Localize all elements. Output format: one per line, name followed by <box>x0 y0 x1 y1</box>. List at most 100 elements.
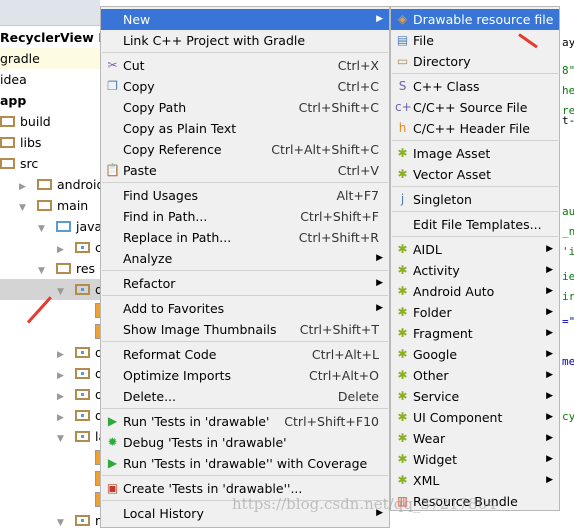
menu-item-vector-asset[interactable]: ✱ Vector Asset <box>391 164 559 185</box>
menu-item-drawable-resource-file[interactable]: ◈ Drawable resource file <box>391 9 559 30</box>
code-fragment: 8" <box>562 64 574 77</box>
android-icon: ✱ <box>397 305 408 319</box>
project-tree: RecyclerViewD:\ gradle idea app build libs src… <box>0 0 100 526</box>
menu-item-link-c-project-with-gradle[interactable]: Link C++ Project with Gradle <box>101 30 389 51</box>
android-icon: ✱ <box>397 410 408 424</box>
tree-item[interactable]: app <box>0 90 100 111</box>
coverage-icon: ▶ <box>107 456 118 470</box>
menu-item-optimize-imports[interactable]: Optimize Imports Ctrl+Alt+O <box>101 365 389 386</box>
tree-item[interactable]: ▼mip <box>0 510 100 526</box>
menu-item-activity[interactable]: ✱ Activity ▶ <box>391 260 559 281</box>
menu-item-image-asset[interactable]: ✱ Image Asset <box>391 143 559 164</box>
menu-item-android-auto[interactable]: ✱ Android Auto ▶ <box>391 281 559 302</box>
menu-item-show-image-thumbnails[interactable]: Show Image Thumbnails Ctrl+Shift+T <box>101 319 389 340</box>
tree-item[interactable]: gradle <box>0 48 100 69</box>
tree-item[interactable]: ▼layo <box>0 426 100 447</box>
tree-item[interactable]: RecyclerViewD:\ <box>0 27 100 48</box>
menu-item-folder[interactable]: ✱ Folder ▶ <box>391 302 559 323</box>
menu-item-wear[interactable]: ✱ Wear ▶ <box>391 428 559 449</box>
tree-item[interactable]: ▶drav <box>0 342 100 363</box>
tree-item[interactable] <box>0 468 100 489</box>
menu-item-find-in-path[interactable]: Find in Path... Ctrl+Shift+F <box>101 206 389 227</box>
menu-item-analyze[interactable]: Analyze ▶ <box>101 248 389 269</box>
tree-item[interactable] <box>0 321 100 342</box>
tree-item[interactable] <box>0 447 100 468</box>
submenu-arrow-icon: ▶ <box>546 433 553 443</box>
submenu-arrow-icon: ▶ <box>546 328 553 338</box>
menu-item-new[interactable]: New ▶ <box>101 9 389 30</box>
scissors-icon: ✂ <box>107 58 118 72</box>
tree-item[interactable]: ▼ java <box>0 216 100 237</box>
menu-item-service[interactable]: ✱ Service ▶ <box>391 386 559 407</box>
shortcut-label: Ctrl+Alt+Shift+C <box>271 142 379 157</box>
menu-item-copy-reference[interactable]: Copy Reference Ctrl+Alt+Shift+C <box>101 139 389 160</box>
shortcut-label: Ctrl+Shift+C <box>298 100 379 115</box>
menu-item-run-tests-in-drawable-with-coverage[interactable]: ▶ Run 'Tests in 'drawable'' with Coverage <box>101 453 389 474</box>
menu-item-file[interactable]: ▤ File <box>391 30 559 51</box>
debug-icon: ✹ <box>107 435 118 449</box>
menu-item-directory[interactable]: ▭ Directory <box>391 51 559 72</box>
folder-icon <box>37 200 52 211</box>
tree-item[interactable]: ▶drav <box>0 405 100 426</box>
tree-item[interactable]: libs <box>0 132 100 153</box>
tree-item[interactable]: ▶drav <box>0 384 100 405</box>
menu-item-c-c-header-file[interactable]: h C/C++ Header File <box>391 118 559 139</box>
menu-item-fragment[interactable]: ✱ Fragment ▶ <box>391 323 559 344</box>
menu-item-copy-path[interactable]: Copy Path Ctrl+Shift+C <box>101 97 389 118</box>
android-icon: ✱ <box>397 242 408 256</box>
menu-item-delete[interactable]: Delete... Delete <box>101 386 389 407</box>
menu-item-c-c-source-file[interactable]: c+ C/C++ Source File <box>391 97 559 118</box>
folder-icon <box>0 137 15 148</box>
expand-down-icon[interactable]: ▼ <box>57 513 67 526</box>
code-editor[interactable]: ay t- 8" he re au _n'i ie ir =" me cy <box>560 0 574 526</box>
menu-item-find-usages[interactable]: Find Usages Alt+F7 <box>101 185 389 206</box>
menu-item-label: Android Auto <box>413 284 495 299</box>
menu-item-google[interactable]: ✱ Google ▶ <box>391 344 559 365</box>
menu-separator <box>102 52 388 53</box>
menu-item-run-tests-in-drawable[interactable]: ▶ Run 'Tests in 'drawable' Ctrl+Shift+F10 <box>101 411 389 432</box>
menu-item-cut[interactable]: ✂ Cut Ctrl+X <box>101 55 389 76</box>
menu-item-label: Service <box>413 389 460 404</box>
menu-item-refactor[interactable]: Refactor ▶ <box>101 273 389 294</box>
menu-item-xml[interactable]: ✱ XML ▶ <box>391 470 559 491</box>
submenu-arrow-icon: ▶ <box>546 244 553 254</box>
paste-icon: 📋 <box>105 163 120 177</box>
shortcut-label: Ctrl+Alt+O <box>309 368 379 383</box>
menu-item-label: Copy as Plain Text <box>123 121 237 136</box>
tree-item[interactable]: ▶androidTe <box>0 174 100 195</box>
code-fragment: cy <box>562 410 574 423</box>
tree-item[interactable] <box>0 489 100 510</box>
menu-item-aidl[interactable]: ✱ AIDL ▶ <box>391 239 559 260</box>
menu-item-other[interactable]: ✱ Other ▶ <box>391 365 559 386</box>
menu-item-add-to-favorites[interactable]: Add to Favorites ▶ <box>101 298 389 319</box>
tree-item[interactable]: idea <box>0 69 100 90</box>
submenu-arrow-icon: ▶ <box>376 278 383 288</box>
code-fragment: =" <box>562 315 574 328</box>
menu-item-reformat-code[interactable]: Reformat Code Ctrl+Alt+L <box>101 344 389 365</box>
tree-item[interactable]: build <box>0 111 100 132</box>
submenu-arrow-icon: ▶ <box>376 14 383 24</box>
menu-item-edit-file-templates[interactable]: Edit File Templates... <box>391 214 559 235</box>
shortcut-label: Alt+F7 <box>336 188 379 203</box>
submenu-arrow-icon: ▶ <box>546 265 553 275</box>
tree-item[interactable]: src <box>0 153 100 174</box>
tree-item[interactable]: ▼ res <box>0 258 100 279</box>
menu-item-c-class[interactable]: S C++ Class <box>391 76 559 97</box>
menu-item-paste[interactable]: 📋 Paste Ctrl+V <box>101 160 389 181</box>
menu-item-ui-component[interactable]: ✱ UI Component ▶ <box>391 407 559 428</box>
menu-item-copy-as-plain-text[interactable]: Copy as Plain Text <box>101 118 389 139</box>
menu-item-label: Analyze <box>123 251 173 266</box>
folder-icon <box>37 179 52 190</box>
menu-item-debug-tests-in-drawable[interactable]: ✹ Debug 'Tests in 'drawable' <box>101 432 389 453</box>
android-icon: ✱ <box>397 389 408 403</box>
menu-item-singleton[interactable]: j Singleton <box>391 189 559 210</box>
tree-item[interactable]: ▶com <box>0 237 100 258</box>
tree-item[interactable] <box>0 300 100 321</box>
menu-item-copy[interactable]: ❐ Copy Ctrl+C <box>101 76 389 97</box>
menu-separator <box>102 408 388 409</box>
tree-item[interactable]: ▶drav <box>0 363 100 384</box>
menu-item-replace-in-path[interactable]: Replace in Path... Ctrl+Shift+R <box>101 227 389 248</box>
menu-item-widget[interactable]: ✱ Widget ▶ <box>391 449 559 470</box>
drawable-file-icon: ◈ <box>397 12 408 26</box>
tree-item[interactable]: ▼ main <box>0 195 100 216</box>
